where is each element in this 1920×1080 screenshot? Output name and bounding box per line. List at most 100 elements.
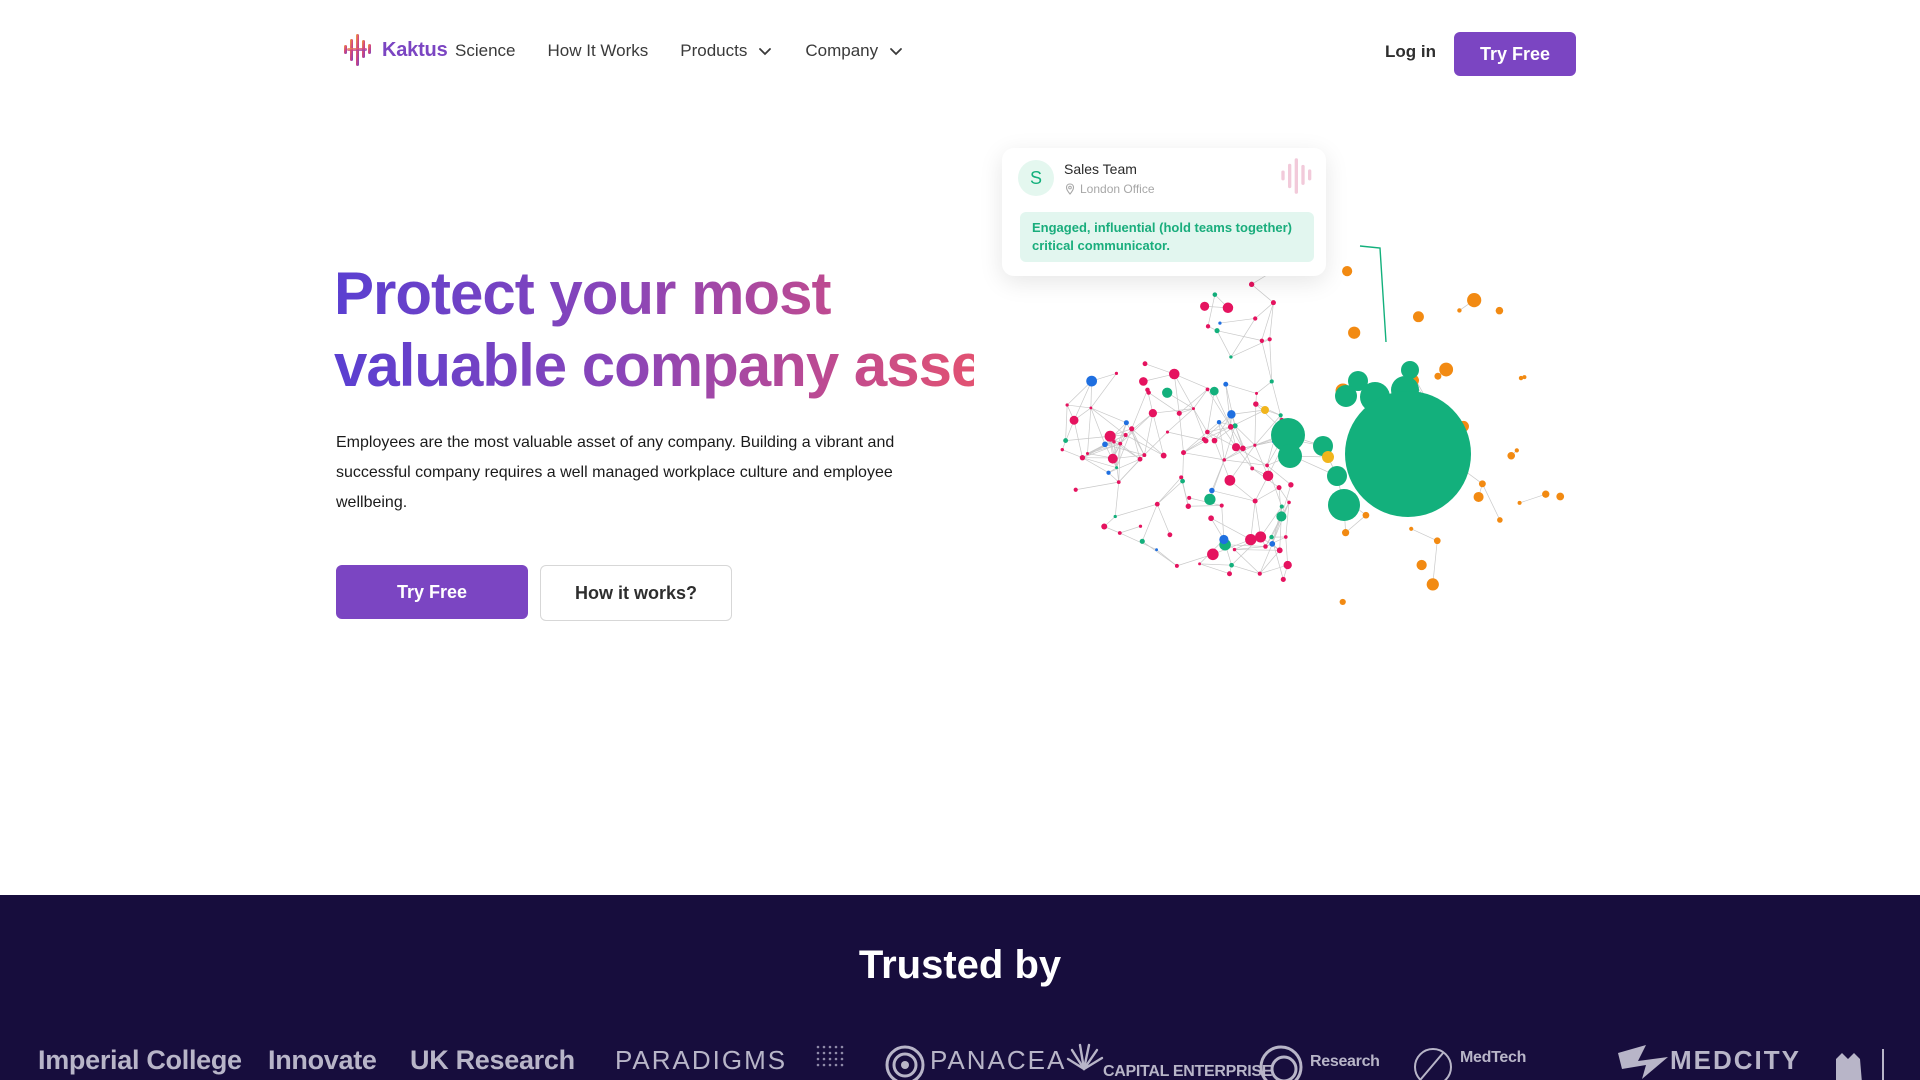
network-node — [1102, 441, 1108, 448]
network-edge — [1216, 330, 1232, 358]
network-node — [1181, 450, 1187, 456]
network-node — [1287, 500, 1291, 505]
network-edge — [1115, 503, 1158, 517]
network-edge — [1075, 481, 1119, 491]
network-node — [1262, 470, 1274, 482]
network-edge — [1119, 532, 1157, 551]
network-node — [1085, 451, 1090, 456]
network-edge — [1157, 477, 1182, 505]
network-node — [1322, 451, 1334, 463]
how-it-works-button[interactable]: How it works? — [540, 565, 732, 621]
hero-title-line-2: valuable company asset — [334, 332, 1003, 399]
nav-how-it-works[interactable]: How It Works — [547, 41, 648, 61]
network-edge — [1183, 440, 1206, 453]
network-node — [1250, 466, 1255, 471]
network-node — [1252, 498, 1258, 504]
network-edge — [1141, 504, 1158, 542]
hero-title: Protect your most valuable company asset — [334, 258, 974, 402]
partner-logo-innovate: Innovate — [268, 1045, 377, 1075]
network-node — [1283, 535, 1288, 539]
network-node — [1060, 447, 1064, 452]
network-node — [1229, 562, 1234, 568]
logo-divider — [1882, 1049, 1884, 1080]
research-logo-icon — [1259, 1045, 1303, 1080]
network-node — [1086, 375, 1098, 387]
hero-try-free-button[interactable]: Try Free — [336, 565, 528, 619]
network-node — [1116, 480, 1121, 484]
network-edge — [1411, 528, 1438, 542]
kaktus-logo-icon — [344, 34, 371, 66]
nav-how-it-works-label: How It Works — [547, 41, 649, 60]
network-node — [1110, 455, 1115, 461]
network-edge — [1259, 550, 1280, 574]
network-node — [1362, 511, 1370, 519]
network-node — [1517, 500, 1522, 505]
kaktus-watermark-icon — [1281, 158, 1312, 194]
network-node — [1112, 440, 1116, 444]
network-edge — [1157, 480, 1183, 505]
network-edge — [1234, 549, 1280, 551]
network-edge — [1114, 482, 1120, 517]
network-node — [1278, 413, 1283, 418]
nav-company-label: Company — [805, 41, 879, 60]
network-node — [1165, 430, 1170, 434]
network-node — [1248, 281, 1255, 288]
network-node — [1142, 361, 1148, 367]
partner-logo-imperial: Imperial College — [38, 1045, 242, 1075]
nav-company[interactable]: Company — [805, 41, 904, 61]
panacea-logo-icon — [885, 1045, 925, 1080]
kaktus-logo[interactable]: Kaktus — [342, 32, 448, 68]
network-node — [1223, 381, 1229, 387]
capital-enterprise-logo-icon — [1066, 1043, 1104, 1071]
network-node — [1065, 403, 1069, 407]
network-node — [1227, 424, 1234, 430]
network-edge — [1199, 563, 1232, 566]
network-node — [1154, 501, 1160, 507]
network-node — [1139, 538, 1145, 544]
nav-products[interactable]: Products — [680, 41, 773, 61]
network-node — [1276, 547, 1283, 554]
network-node — [1063, 438, 1069, 443]
login-link[interactable]: Log in — [1385, 42, 1436, 62]
nav-products-label: Products — [680, 41, 748, 60]
network-node — [1269, 534, 1274, 540]
network-edge — [1285, 536, 1289, 566]
network-node — [1117, 531, 1122, 535]
network-node — [1412, 311, 1424, 323]
partner-logo-paradigms: PARADIGMS — [615, 1045, 788, 1075]
network-node — [1216, 419, 1222, 425]
network-node — [1522, 375, 1527, 380]
network-node — [1209, 487, 1215, 494]
network-node — [1205, 324, 1211, 329]
partner-logo-medtech: MedTech — [1460, 1049, 1527, 1066]
network-node — [1255, 391, 1259, 395]
chevron-down-icon — [759, 48, 772, 56]
team-card: S Sales Team London Office Engaged, infl… — [1002, 148, 1326, 276]
network-node — [1255, 531, 1267, 543]
network-edge — [1156, 549, 1178, 567]
nav-science-label: Science — [455, 41, 516, 60]
network-node — [1339, 598, 1346, 606]
network-node — [1219, 503, 1224, 508]
network-node — [1279, 504, 1284, 509]
network-node — [1416, 559, 1427, 571]
network-node — [1457, 308, 1462, 313]
network-node — [1276, 485, 1282, 491]
network-node — [1227, 571, 1232, 577]
network-node — [1198, 562, 1202, 566]
network-node — [1409, 526, 1414, 531]
network-node — [1118, 441, 1123, 446]
network-edge — [1188, 505, 1222, 507]
network-node — [1341, 529, 1350, 537]
hero-description: Employees are the most valuable asset of… — [336, 434, 895, 511]
network-node — [1261, 406, 1269, 414]
nav-try-free-button[interactable]: Try Free — [1454, 32, 1576, 76]
partner-logo-ukri: UK Research — [410, 1045, 575, 1075]
network-node — [1245, 533, 1257, 546]
nav-science[interactable]: Science — [455, 41, 515, 61]
network-node — [1160, 452, 1167, 459]
network-node — [1231, 443, 1241, 452]
team-location-label: London Office — [1080, 182, 1155, 196]
network-edge — [1209, 459, 1225, 500]
network-node — [1123, 432, 1128, 438]
